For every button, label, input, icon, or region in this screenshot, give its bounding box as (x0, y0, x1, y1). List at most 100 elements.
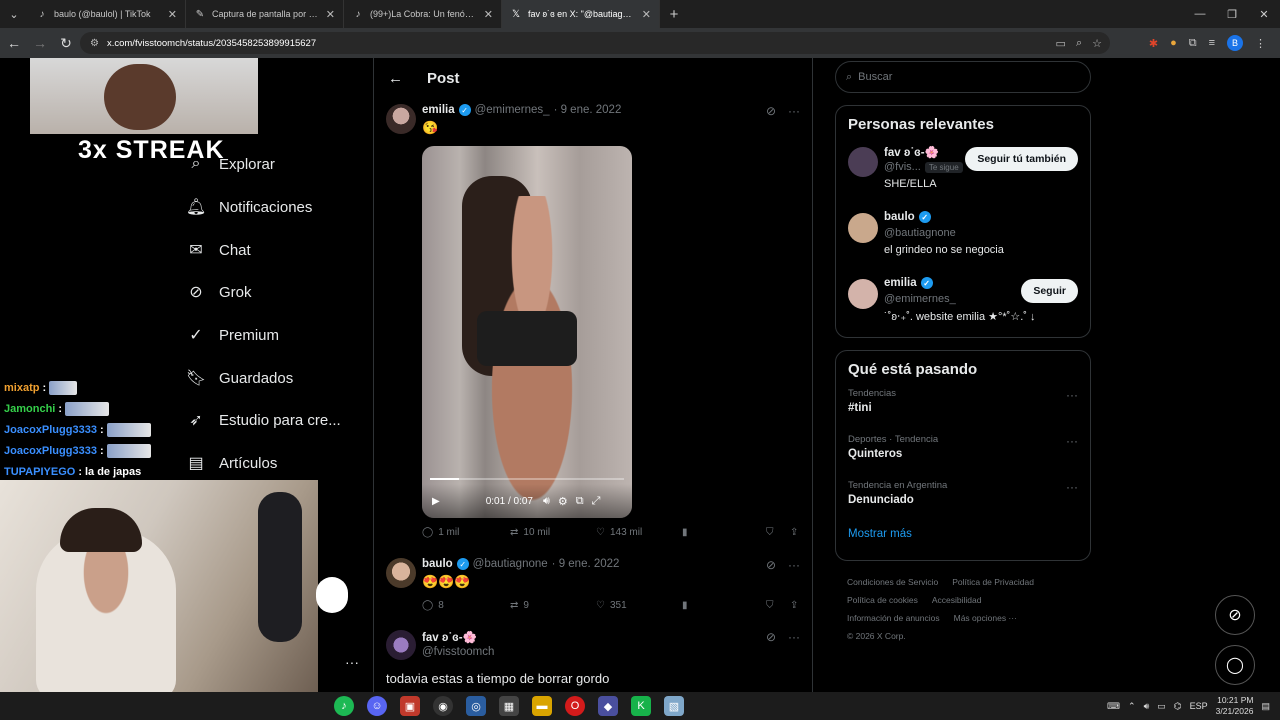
tweet-author-handle[interactable]: @bautiagnone (473, 558, 548, 570)
sidebar-item-premium[interactable]: ✓ Premium (185, 317, 279, 353)
tweet-date[interactable]: · 9 ene. 2022 (552, 558, 620, 570)
forward-icon[interactable]: → (28, 31, 52, 55)
app-icon[interactable]: ▧ (664, 696, 684, 716)
cast-icon[interactable]: ▭ (1056, 37, 1066, 50)
search-input[interactable]: ⌕ Buscar (835, 61, 1091, 93)
pip-icon[interactable]: ⧉ (576, 495, 584, 508)
more-options-icon[interactable]: ··· (1066, 434, 1078, 448)
tweet-author-handle[interactable]: @emimernes_ (475, 104, 550, 116)
back-arrow-icon[interactable]: ← (388, 70, 403, 87)
zoom-icon[interactable]: ⌕ (1076, 37, 1082, 50)
keyboard-icon[interactable]: ⌨ (1107, 701, 1120, 712)
app-icon[interactable]: ▣ (400, 696, 420, 716)
tweet-video[interactable]: ▶ 0:01 / 0:07 🔊︎ ⚙ ⧉ ⤢ (422, 146, 632, 518)
more-options-icon[interactable]: ··· (788, 104, 800, 118)
tweet-author-name[interactable]: emilia (422, 104, 455, 116)
volume-icon[interactable]: 🔊︎ (1144, 701, 1150, 712)
tab-search-icon[interactable]: ⌄ (0, 0, 28, 28)
network-icon[interactable]: ⌬ (1174, 701, 1182, 712)
tweet-date[interactable]: · 9 ene. 2022 (554, 104, 622, 116)
app-icon[interactable]: ▦ (499, 696, 519, 716)
grok-explain-icon[interactable]: ⊘ (766, 630, 776, 644)
main-tweet[interactable]: emilia ✓ @emimernes_ · 9 ene. 2022 ⊘ ···… (386, 104, 804, 554)
sidebar-item-notifications[interactable]: 🔔︎ Notificaciones (185, 189, 313, 225)
browser-tab-3[interactable]: ♪ (99+)La Cobra: Un fenómeno e ✕ (344, 0, 502, 28)
views-button[interactable]: ▮ (682, 600, 766, 611)
sidebar-item-bookmarks[interactable]: 🔖︎ Guardados (185, 360, 293, 396)
reply-button[interactable]: ◯ 8 (422, 600, 510, 611)
more-options-icon[interactable]: ··· (788, 558, 800, 572)
footer-link[interactable]: Accesibilidad (932, 595, 982, 605)
grok-explain-icon[interactable]: ⊘ (766, 104, 776, 118)
volume-icon[interactable]: 🔊︎ (543, 495, 550, 508)
browser-tab-1[interactable]: ♪ baulo (@baulol) | TikTok ✕ (28, 0, 186, 28)
footer-link[interactable]: Política de cookies (847, 595, 918, 605)
reading-list-icon[interactable]: ≡ (1209, 37, 1215, 49)
follow-button[interactable]: Seguir (1021, 279, 1078, 303)
spotify-icon[interactable]: ♪ (334, 696, 354, 716)
video-progress-bar[interactable] (430, 478, 624, 480)
reply-button[interactable]: ◯ 1 mil (422, 527, 510, 538)
share-button[interactable]: ⇪ (790, 600, 798, 611)
kick-icon[interactable]: K (631, 696, 651, 716)
avatar[interactable] (848, 147, 878, 177)
opera-icon[interactable]: O (565, 696, 585, 716)
sidebar-item-creator-studio[interactable]: ➶ Estudio para cre... (185, 402, 340, 438)
more-options-icon[interactable]: ··· (788, 630, 800, 644)
trend-item[interactable]: Tendencias #tini ··· (848, 388, 1078, 434)
reply-tweet[interactable]: fav ʚ˙ɞ-🌸 @fvisstoomch ⊘ ··· todavia est… (386, 630, 804, 692)
profile-avatar[interactable]: B (1227, 35, 1243, 51)
footer-link[interactable]: Más opciones ··· (954, 613, 1017, 623)
minimize-icon[interactable]: — (1184, 0, 1216, 28)
trend-item[interactable]: Tendencia en Argentina Denunciado ··· (848, 480, 1078, 526)
chrome-icon[interactable]: ◎ (466, 696, 486, 716)
menu-icon[interactable]: ⋮ (1255, 37, 1266, 50)
close-icon[interactable]: ✕ (326, 8, 335, 21)
person-item[interactable]: emilia ✓ @emimernes_ ˙˚ʚ‧₊˚. website emil… (848, 275, 1078, 341)
sidebar-item-grok[interactable]: ⊘ Grok (185, 274, 251, 310)
back-icon[interactable]: ← (2, 31, 26, 55)
restore-icon[interactable]: ❐ (1216, 0, 1248, 28)
bookmark-button[interactable]: ⛉ (766, 600, 790, 611)
extensions-icon[interactable]: ⧉ (1189, 37, 1197, 50)
footer-link[interactable]: Política de Privacidad (952, 577, 1034, 587)
trend-item[interactable]: Deportes · Tendencia Quinteros ··· (848, 434, 1078, 480)
follow-back-button[interactable]: Seguir tú también (965, 147, 1078, 171)
avatar[interactable] (848, 279, 878, 309)
show-more-link[interactable]: Mostrar más (848, 528, 1078, 540)
battery-icon[interactable]: ▭ (1157, 701, 1166, 712)
sidebar-item-chat[interactable]: ✉ Chat (185, 232, 250, 268)
obs-icon[interactable]: ◉ (433, 696, 453, 716)
grok-fab-icon[interactable]: ⊘ (1215, 595, 1255, 635)
close-window-icon[interactable]: ✕ (1248, 0, 1280, 28)
new-tab-button[interactable]: + (660, 6, 688, 23)
more-options-icon[interactable]: ··· (1066, 480, 1078, 494)
chat-fab-icon[interactable]: ◯ (1215, 645, 1255, 685)
avatar[interactable] (386, 558, 416, 588)
tweet-author-name[interactable]: fav ʚ˙ɞ-🌸 (422, 630, 477, 644)
tweet-author-name[interactable]: baulo (422, 558, 453, 570)
retweet-button[interactable]: ⇄ 10 mil (510, 527, 596, 538)
star-icon[interactable]: ☆ (1092, 37, 1102, 50)
bookmark-button[interactable]: ⛉ (766, 527, 790, 538)
avatar[interactable] (386, 630, 416, 660)
views-button[interactable]: ▮ (682, 527, 766, 538)
tweet-author-handle[interactable]: @fvisstoomch (422, 646, 494, 658)
app-icon[interactable]: ◆ (598, 696, 618, 716)
avatar[interactable] (848, 213, 878, 243)
clock[interactable]: 10:21 PM 3/21/2026 (1216, 695, 1254, 717)
play-icon[interactable]: ▶ (432, 496, 440, 507)
notifications-icon[interactable]: ▤ (1261, 701, 1270, 712)
account-more-icon[interactable]: ··· (345, 654, 359, 670)
browser-tab-2[interactable]: ✎ Captura de pantalla por Lightsh ✕ (186, 0, 344, 28)
discord-icon[interactable]: ☺ (367, 696, 387, 716)
person-item[interactable]: fav ʚ˙ɞ-🌸 @fvis... Te sigue SHE/ELLA Seg… (848, 143, 1078, 209)
folder-icon[interactable]: ▬ (532, 696, 552, 716)
close-icon[interactable]: ✕ (168, 8, 177, 21)
fullscreen-icon[interactable]: ⤢ (592, 495, 601, 508)
address-bar[interactable]: ⚙ x.com/fvisstoomch/status/2035458253899… (80, 32, 1110, 54)
like-button[interactable]: ♡ 143 mil (596, 527, 682, 538)
grok-explain-icon[interactable]: ⊘ (766, 558, 776, 572)
settings-icon[interactable]: ⚙ (558, 495, 568, 508)
footer-link[interactable]: Condiciones de Servicio (847, 577, 938, 587)
